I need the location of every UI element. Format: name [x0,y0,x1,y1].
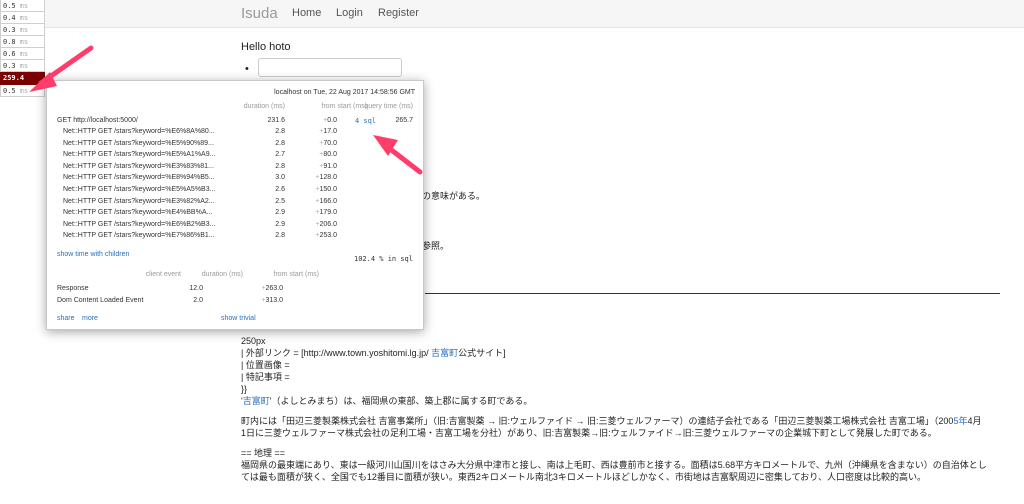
nav-home-link[interactable]: Home [292,7,321,19]
article-content: 250px | 外部リンク = [http://www.town.yoshito… [241,335,1016,483]
timing-row-start: +80.0 [319,151,337,159]
top-navbar: Isuda Home Login Register [0,0,1024,28]
timing-row-label: Net::HTTP GET /stars?keyword=%E4%BB%A... [63,209,213,217]
col-duration-header: duration (ms) [243,103,285,110]
timing-row-duration: 2.6 [275,186,285,193]
client-event-header: client event [145,271,181,278]
section-heading: == 地理 == [241,448,286,458]
greeting-text: Hello hoto [241,41,291,53]
timing-row-start: +150.0 [315,186,337,193]
timing-row-duration: 2.5 [275,197,285,205]
content-line: ては最も面積が狭く、全国でも12番目に面積が狭い。東西2キロメートル南北3キロメ… [241,472,926,482]
content-line: }} [241,384,248,394]
content-line: '吉富町'（よしとみまち）は、福岡県の東部、築上郡に属する町である。 [241,396,533,406]
profiler-badge-active[interactable]: 259.4 ms [0,72,45,85]
text-fragment: の意味がある。 [422,191,486,201]
show-children-link[interactable]: show time with children [57,251,129,258]
content-line: 1日に三菱ウェルファーマ株式会社の足利工場・吉富工場を分社）があり、旧:吉富製薬… [241,428,937,438]
timing-row-label: Net::HTTP GET /stars?keyword=%E8%94%B5..… [63,174,215,182]
timing-row-label: Net::HTTP GET /stars?keyword=%E6%B2%B3..… [63,220,216,228]
yoshitomi-link[interactable]: 吉富町 [431,348,458,358]
timing-row-label: Net::HTTP GET /stars?keyword=%E5%90%89..… [63,139,214,147]
timing-row-label: Net::HTTP GET /stars?keyword=%E3%82%A2..… [63,197,215,205]
show-trivial-link[interactable]: show trivial [221,315,256,322]
content-line: | 外部リンク = [http://www.town.yoshitomi.lg.… [241,348,506,358]
share-link[interactable]: share [57,315,75,322]
content-line: | 特記事項 = [241,372,290,382]
brand-logo[interactable]: Isuda [241,5,278,22]
timing-row-duration: 2.8 [275,162,285,170]
timing-row-start: +166.0 [315,197,337,205]
yoshitomi-keyword-link[interactable]: 吉富町 [243,396,270,406]
timing-row-label: Net::HTTP GET /stars?keyword=%E7%86%B1..… [63,232,215,240]
nav-register-link[interactable]: Register [378,7,419,19]
profiler-badge[interactable]: 0.3 ms [0,60,45,72]
content-line: | 位置画像 = [241,360,290,370]
timing-row-start: +206.0 [315,220,337,228]
client-event-label: Response [57,285,89,292]
timing-row-duration: 3.0 [275,174,285,182]
profiler-badge[interactable]: 0.8 ms [0,36,45,48]
timing-row-start: +91.0 [319,162,337,170]
profiler-badge[interactable]: 0.4 ms [0,12,45,24]
profiler-badges: 0.5 ms 0.4 ms 0.3 ms 0.8 ms 0.6 ms 0.3 ms 259.… [0,0,47,97]
timing-row-start: +70.0 [319,139,337,147]
profiler-header: localhost on Tue, 22 Aug 2017 14:58:56 G… [274,89,415,96]
client-event-duration: 2.0 [193,297,203,304]
timing-row-start: +179.0 [315,209,337,217]
profiler-popup: localhost on Tue, 22 Aug 2017 14:58:56 G… [46,80,424,330]
profiler-badge[interactable]: 0.5 ms [0,85,45,97]
client-event-label: Dom Content Loaded Event [57,297,144,304]
timing-row-start: +17.0 [319,128,337,135]
timing-row-root: GET http://localhost:5000/ [57,117,138,124]
year-link[interactable]: 5年 [953,416,967,426]
timing-row-duration: 2.9 [275,220,285,228]
text-fragment: 参照。 [422,241,450,251]
timing-row-start: +253.0 [315,232,337,240]
client-event-duration: 12.0 [189,285,203,292]
more-link[interactable]: more [82,315,98,322]
list-bullet: • [245,63,249,75]
timing-row-label: Net::HTTP GET /stars?keyword=%E5%A5%B3..… [63,186,216,193]
col-query-time-header: query time (ms) [364,103,413,110]
timing-row-duration: 2.8 [275,128,285,135]
timing-row-start: +128.0 [315,174,337,182]
client-from-start-header: from start (ms) [273,271,320,278]
nav-login-link[interactable]: Login [336,7,363,19]
content-line: 町内には「田辺三菱製薬株式会社 吉富事業所」（旧:吉富製薬 → 旧:ウェルファイ… [241,416,982,426]
timing-row-label: Net::HTTP GET /stars?keyword=%E6%8A%80..… [63,128,215,135]
keyword-input[interactable] [258,58,402,77]
content-line: 250px [241,336,266,346]
timing-row-duration: 2.9 [275,209,285,217]
content-line: 福岡県の最東端にあり、東は一級河川山国川をはさみ大分県中津市と接し、南は上毛町、… [241,460,987,470]
profiler-badge[interactable]: 0.6 ms [0,48,45,60]
client-event-start: +313.0 [261,297,283,304]
profiler-badge[interactable]: 0.3 ms [0,24,45,36]
timing-row-label: Net::HTTP GET /stars?keyword=%E5%A1%A9..… [63,151,216,159]
client-event-start: +263.0 [261,285,283,292]
timing-row-duration: 2.7 [275,151,285,159]
timing-row-label: Net::HTTP GET /stars?keyword=%E3%83%81..… [63,162,214,170]
profiler-badge[interactable]: 0.5 ms [0,0,45,12]
divider [425,293,1000,294]
sql-percent: 102.4 % in sql [353,255,413,263]
timing-row-duration: 2.8 [275,139,285,147]
timing-row-duration: 2.8 [275,232,285,240]
